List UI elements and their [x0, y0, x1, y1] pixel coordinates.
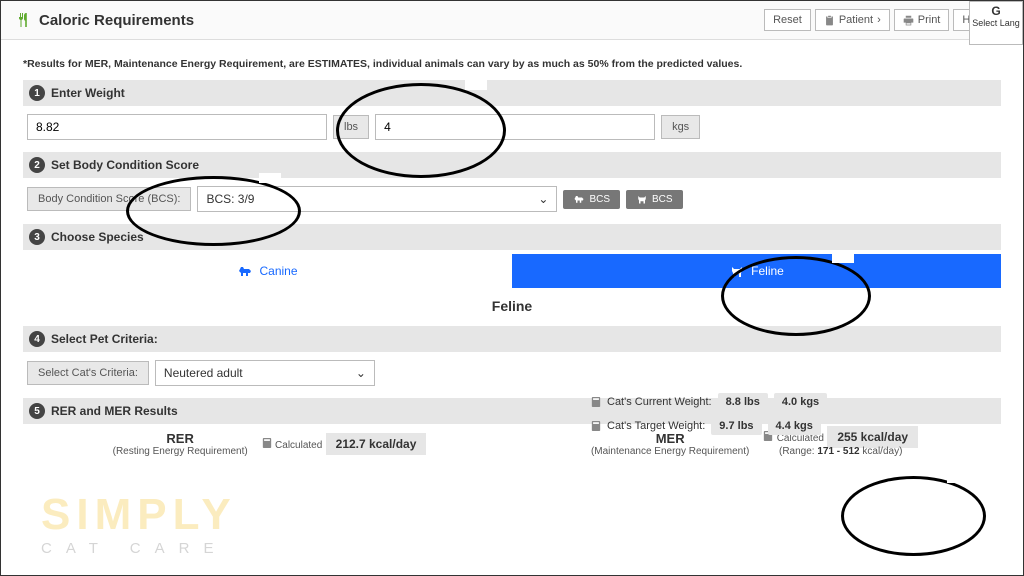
dog-icon	[573, 194, 585, 204]
lbs-unit-label: lbs	[333, 115, 369, 139]
weight-summary: Cat's Current Weight: 8.8 lbs 4.0 kgs Ca…	[591, 393, 827, 441]
weight-lbs-input[interactable]	[27, 114, 327, 140]
step-title: Choose Species	[51, 230, 144, 244]
target-weight-kgs: 4.4 kgs	[768, 417, 821, 435]
step-5-header: 5 RER and MER Results	[23, 398, 1001, 424]
kgs-unit-label: kgs	[661, 115, 700, 139]
language-selector[interactable]: G Select Lang	[969, 1, 1023, 45]
fork-knife-icon	[15, 12, 31, 28]
step-number: 3	[29, 229, 45, 245]
mer-range: (Range: 171 - 512 kcal/day)	[763, 446, 918, 457]
google-g-icon: G	[970, 4, 1022, 18]
selected-species-label: Feline	[23, 288, 1001, 322]
current-weight-lbs: 8.8 lbs	[718, 393, 768, 411]
current-weight-label: Cat's Current Weight:	[607, 396, 712, 408]
step-number: 4	[29, 331, 45, 347]
watermark: SIMPLY CAT CARE	[41, 490, 237, 557]
target-weight-lbs: 9.7 lbs	[711, 417, 761, 435]
bcs-value: BCS: 3/9	[206, 192, 254, 206]
calculator-icon	[262, 438, 272, 448]
rer-calc-label: Calculated	[275, 440, 322, 451]
cat-icon	[729, 264, 745, 278]
chevron-down-icon: ⌄	[538, 192, 548, 206]
rer-subtitle: (Resting Energy Requirement)	[113, 446, 248, 457]
reset-button[interactable]: Reset	[764, 9, 811, 31]
step-1-header: 1 Enter Weight	[23, 80, 1001, 106]
print-button[interactable]: Print	[894, 9, 950, 31]
step-title: Set Body Condition Score	[51, 158, 199, 172]
rer-value: 212.7 kcal/day	[326, 433, 427, 455]
step-3-header: 3 Choose Species	[23, 224, 1001, 250]
chevron-right-icon: ›	[877, 14, 881, 26]
criteria-select[interactable]: Neutered adult ⌄	[155, 360, 375, 386]
step-title: RER and MER Results	[51, 404, 178, 418]
species-canine-option[interactable]: Canine	[23, 254, 512, 288]
weight-kgs-input[interactable]	[375, 114, 655, 140]
step-number: 1	[29, 85, 45, 101]
species-feline-option[interactable]: Feline	[512, 254, 1001, 288]
print-icon	[903, 15, 914, 26]
step-2-header: 2 Set Body Condition Score	[23, 152, 1001, 178]
bcs-select[interactable]: BCS: 3/9 ⌄	[197, 186, 557, 212]
clipboard-icon	[824, 15, 835, 26]
mer-subtitle: (Maintenance Energy Requirement)	[591, 446, 749, 457]
disclaimer-text: *Results for MER, Maintenance Energy Req…	[23, 58, 1001, 70]
mer-value: 255 kcal/day	[827, 426, 918, 448]
page-title: Caloric Requirements	[39, 12, 194, 29]
rer-title: RER	[113, 431, 248, 446]
dog-icon	[237, 264, 253, 278]
language-label: Select Lang	[970, 18, 1022, 28]
cat-icon	[636, 194, 648, 204]
step-number: 5	[29, 403, 45, 419]
step-4-header: 4 Select Pet Criteria:	[23, 326, 1001, 352]
main-content: *Results for MER, Maintenance Energy Req…	[1, 40, 1023, 457]
calculator-icon	[591, 421, 601, 431]
annotation-circle	[841, 476, 986, 556]
bcs-dog-button[interactable]: BCS	[563, 190, 620, 209]
target-weight-label: Cat's Target Weight:	[607, 420, 705, 432]
rer-result: RER (Resting Energy Requirement) Calcula…	[27, 430, 512, 457]
criteria-value: Neutered adult	[164, 366, 243, 380]
criteria-field-label: Select Cat's Criteria:	[27, 361, 149, 385]
bcs-field-label: Body Condition Score (BCS):	[27, 187, 191, 211]
top-bar: Caloric Requirements Reset Patient › Pri…	[1, 1, 1023, 40]
current-weight-kgs: 4.0 kgs	[774, 393, 827, 411]
step-title: Enter Weight	[51, 86, 125, 100]
patient-button[interactable]: Patient ›	[815, 9, 890, 31]
bcs-cat-button[interactable]: BCS	[626, 190, 683, 209]
chevron-down-icon: ⌄	[356, 366, 366, 380]
calculator-icon	[591, 397, 601, 407]
step-title: Select Pet Criteria:	[51, 332, 158, 346]
step-number: 2	[29, 157, 45, 173]
